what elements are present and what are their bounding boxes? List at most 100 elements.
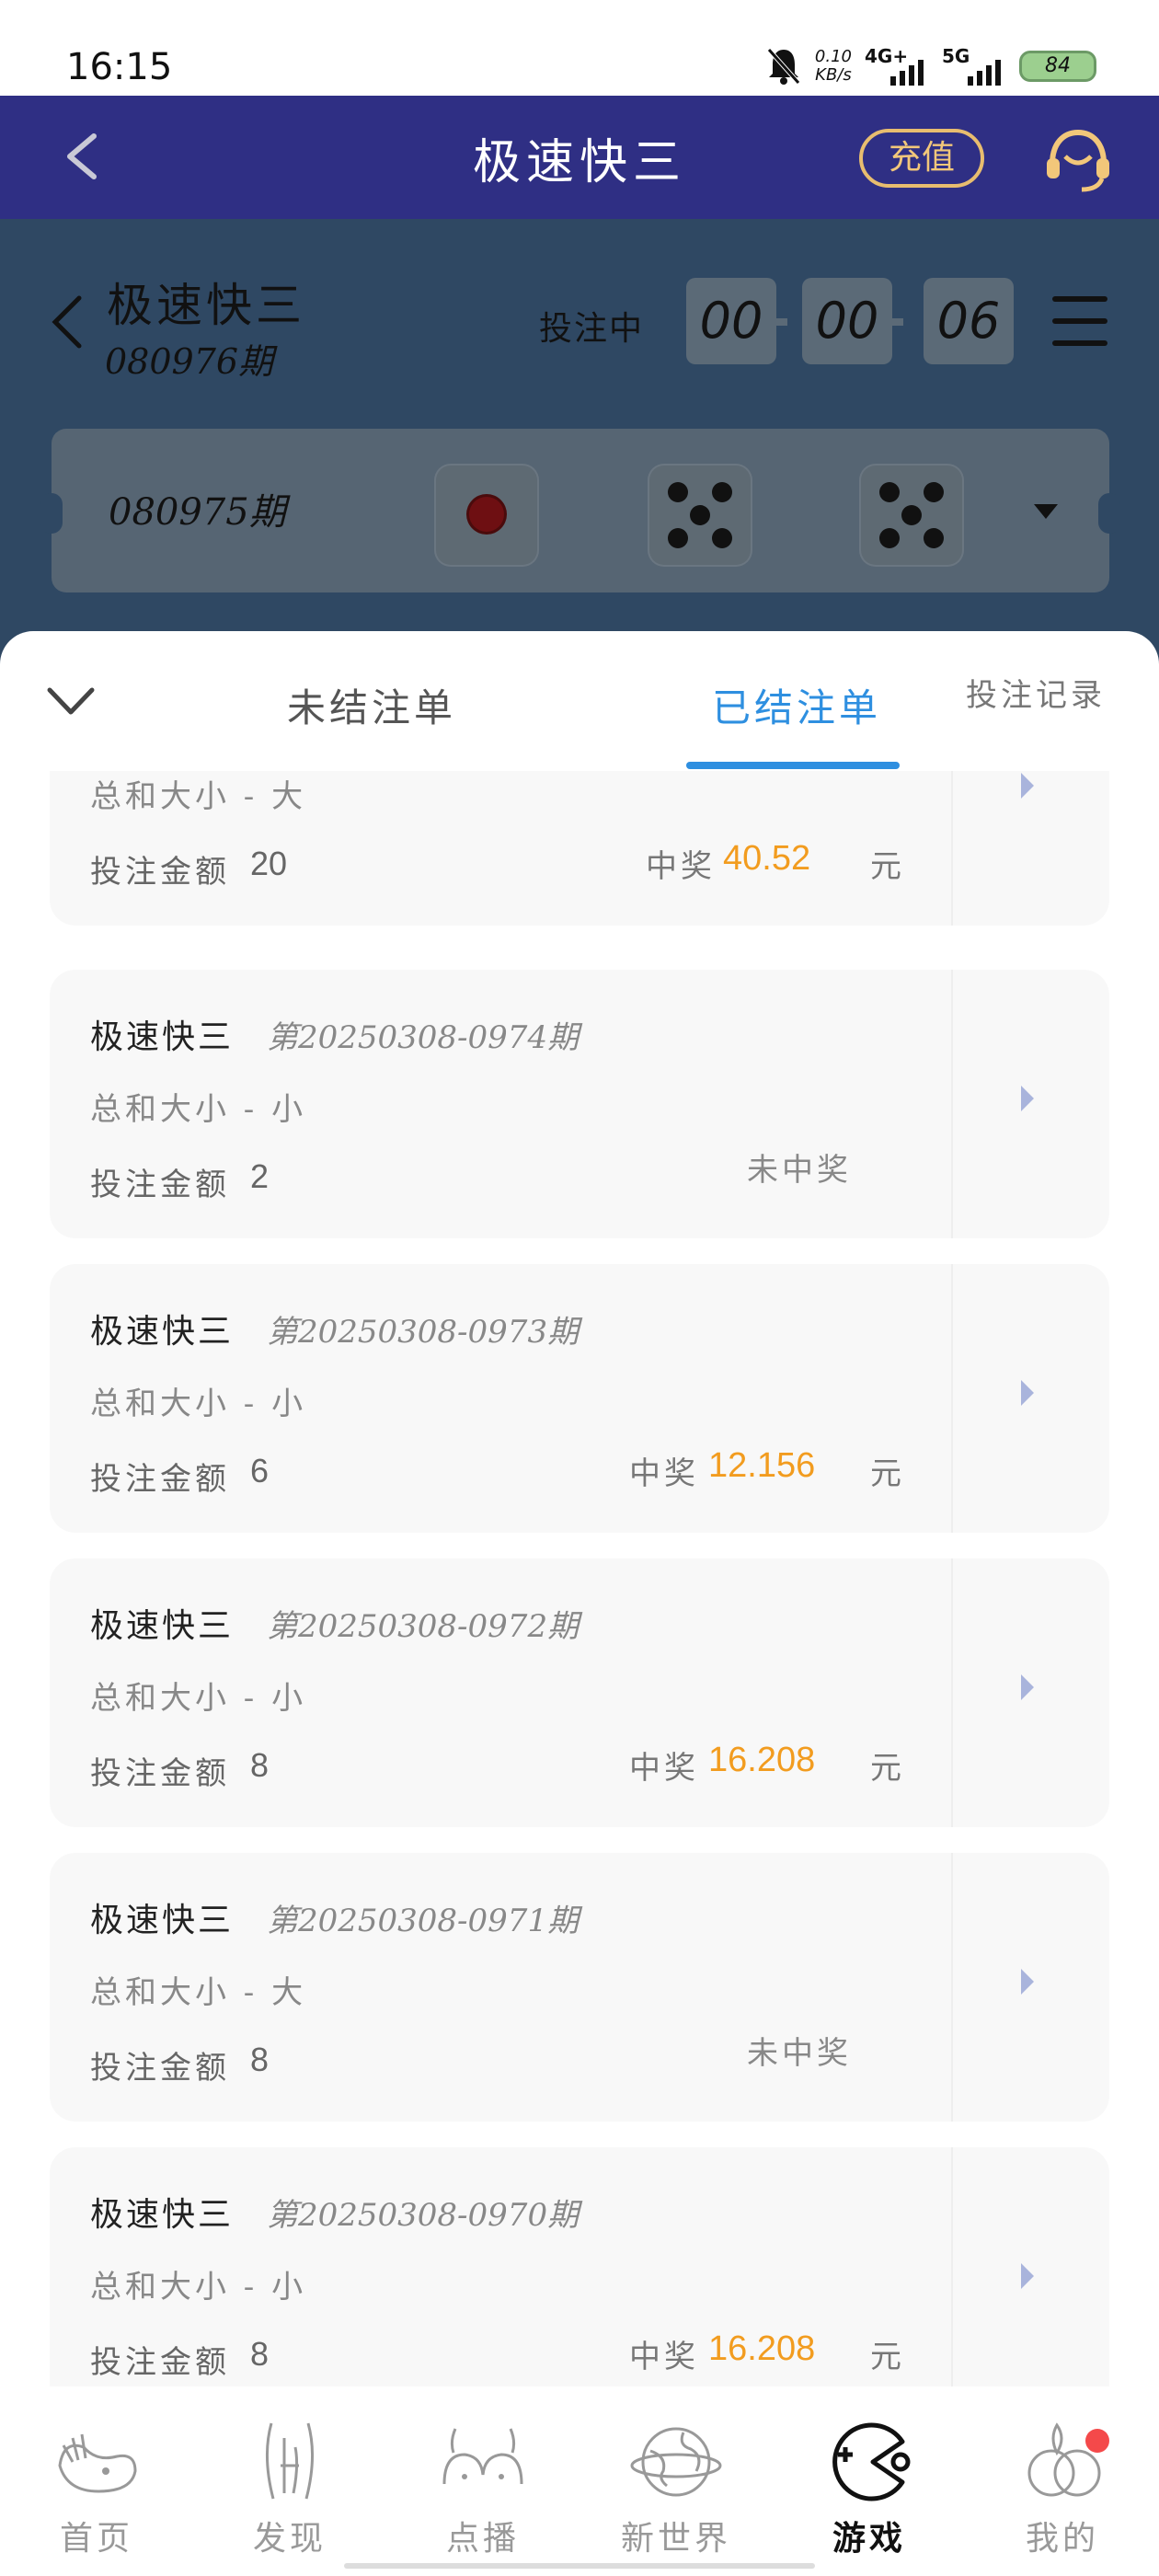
recharge-button[interactable]: 充值 <box>859 129 984 188</box>
amount-value: 2 <box>250 1157 270 1195</box>
prize-value: 12.156 <box>708 1446 816 1485</box>
order-tabs: 未结注单 已结注单 投注记录 <box>0 631 1159 771</box>
last-draw-period: 080975期 <box>109 491 286 534</box>
order-detail-arrow-icon[interactable] <box>1021 1086 1034 1111</box>
ticket-notch <box>1098 493 1120 534</box>
ticket-notch <box>40 493 63 534</box>
order-detail-arrow-icon[interactable] <box>1021 773 1034 799</box>
amount-label: 投注金额 <box>90 2344 230 2381</box>
order-card[interactable]: 总和大小 - 大 投注金额 20 中奖 40.52 元 <box>50 771 1109 926</box>
order-detail-arrow-icon[interactable] <box>1021 1380 1034 1406</box>
not-won-label: 未中奖 <box>747 2035 852 2072</box>
order-play: 总和大小 - 小 <box>90 1386 307 1422</box>
nav-label-new-world: 新世界 <box>620 2520 731 2558</box>
dice-one-icon <box>434 464 539 567</box>
nav-label-game: 游戏 <box>832 2519 906 2558</box>
amount-label: 投注金额 <box>90 2050 230 2087</box>
collapse-chevron-icon[interactable] <box>46 683 96 719</box>
settled-order-list[interactable]: 总和大小 - 大 投注金额 20 中奖 40.52 元 极速快三 第202503… <box>0 771 1159 2386</box>
countdown-seconds: 06 <box>924 278 1014 364</box>
signal-bars-icon <box>890 60 924 86</box>
tab-unsettled[interactable]: 未结注单 <box>287 677 456 733</box>
order-play: 总和大小 - 大 <box>90 778 307 815</box>
home-icon <box>58 2433 137 2493</box>
amount-label: 投注金额 <box>90 1461 230 1498</box>
currency-unit: 元 <box>870 2339 901 2375</box>
order-detail-arrow-icon[interactable] <box>1021 2263 1034 2289</box>
win-label: 中奖 <box>629 1455 699 1492</box>
net-label-5g: 5G <box>942 45 970 67</box>
app-header: 极速快三 充值 <box>0 96 1159 219</box>
game-back-icon[interactable] <box>48 293 85 351</box>
status-time: 16:15 <box>66 46 173 88</box>
tab-settled[interactable]: 已结注单 <box>712 677 881 733</box>
prize-value: 40.52 <box>723 839 811 878</box>
order-issue: 第20250308-0970期 <box>267 2197 580 2234</box>
game-name: 极速快三 <box>107 279 305 332</box>
nav-item-profile[interactable]: 我的 <box>966 2386 1159 2576</box>
speed-unit: KB/s <box>815 65 852 85</box>
nav-item-home[interactable]: 首页 <box>0 2386 193 2576</box>
last-draw-result[interactable]: 080975期 <box>40 429 1120 592</box>
dice-five-icon <box>648 464 752 567</box>
not-won-label: 未中奖 <box>747 1152 852 1189</box>
win-label: 中奖 <box>629 2339 699 2375</box>
order-game-name: 极速快三 <box>90 2196 235 2234</box>
betting-state: 投注中 <box>539 310 645 348</box>
amount-value: 8 <box>250 2335 270 2373</box>
status-bar: 16:15 0.10 KB/s 4G+ 5G 84 <box>0 0 1159 96</box>
order-card[interactable]: 极速快三 第20250308-0971期 总和大小 - 大 投注金额 8 未中奖 <box>50 1853 1109 2122</box>
customer-service-icon[interactable] <box>1041 123 1115 197</box>
order-card[interactable]: 极速快三 第20250308-0973期 总和大小 - 小 投注金额 6 中奖 … <box>50 1264 1109 1533</box>
amount-value: 20 <box>250 845 288 882</box>
menu-icon[interactable] <box>1052 296 1107 351</box>
currency-unit: 元 <box>870 848 901 885</box>
order-card[interactable]: 极速快三 第20250308-0974期 总和大小 - 小 投注金额 2 未中奖 <box>50 970 1109 1238</box>
expand-history-icon[interactable] <box>1034 504 1058 519</box>
discover-icon <box>266 2422 314 2500</box>
tab-records[interactable]: 投注记录 <box>966 670 1106 715</box>
currency-unit: 元 <box>870 1750 901 1787</box>
nav-item-vod[interactable]: 点播 <box>386 2386 580 2576</box>
order-issue: 第20250308-0971期 <box>267 1903 580 1939</box>
order-detail-arrow-icon[interactable] <box>1021 1969 1034 1995</box>
order-card[interactable]: 极速快三 第20250308-0972期 总和大小 - 小 投注金额 8 中奖 … <box>50 1558 1109 1827</box>
order-play: 总和大小 - 小 <box>90 1680 307 1717</box>
planet-icon <box>630 2427 722 2497</box>
order-issue: 第20250308-0972期 <box>267 1608 580 1645</box>
currency-unit: 元 <box>870 1455 901 1492</box>
prize-value: 16.208 <box>708 2329 816 2368</box>
timer-separator <box>892 318 903 326</box>
active-tab-indicator <box>686 762 900 769</box>
nav-label-vod: 点播 <box>445 2520 520 2558</box>
nav-item-new-world[interactable]: 新世界 <box>580 2386 773 2576</box>
nav-item-discover[interactable]: 发现 <box>193 2386 386 2576</box>
nav-label-profile: 我的 <box>1025 2520 1099 2558</box>
orders-sheet: 未结注单 已结注单 投注记录 总和大小 - 大 投注金额 20 中奖 40.52… <box>0 631 1159 2386</box>
order-card[interactable]: 极速快三 第20250308-0970期 总和大小 - 小 投注金额 8 中奖 … <box>50 2147 1109 2386</box>
order-game-name: 极速快三 <box>90 1018 235 1056</box>
home-indicator[interactable] <box>344 2563 815 2569</box>
current-period: 080976期 <box>105 341 274 382</box>
nav-label-home: 首页 <box>59 2520 133 2558</box>
win-label: 中奖 <box>629 1750 699 1787</box>
amount-label: 投注金额 <box>90 1167 230 1203</box>
amount-label: 投注金额 <box>90 1755 230 1792</box>
nav-label-discover: 发现 <box>252 2520 327 2558</box>
signal-4g: 4G+ <box>865 45 929 87</box>
signal-bars-icon <box>968 60 1001 86</box>
dice-pip <box>469 497 504 532</box>
order-detail-arrow-icon[interactable] <box>1021 1674 1034 1700</box>
status-indicators: 0.10 KB/s 4G+ 5G 84 <box>765 42 1096 90</box>
page-title: 极速快三 <box>472 135 686 190</box>
order-play: 总和大小 - 小 <box>90 2269 307 2306</box>
order-game-name: 极速快三 <box>90 1902 235 1939</box>
timer-separator <box>776 318 787 326</box>
mute-bell-icon <box>767 48 800 85</box>
order-play: 总和大小 - 大 <box>90 1974 307 2011</box>
signal-5g: 5G <box>942 45 1006 87</box>
amount-value: 8 <box>250 2041 270 2078</box>
order-game-name: 极速快三 <box>90 1313 235 1351</box>
nav-item-game[interactable]: 游戏 <box>773 2386 966 2576</box>
amount-value: 8 <box>250 1746 270 1784</box>
